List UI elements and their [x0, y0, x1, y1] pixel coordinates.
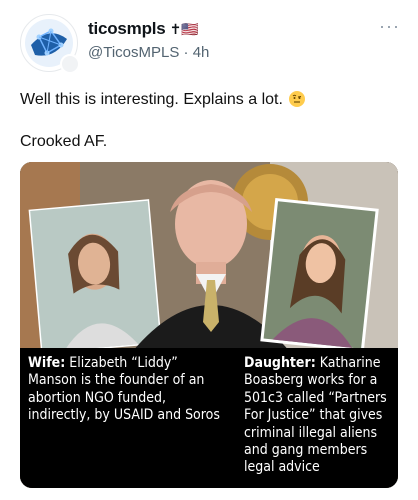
caption-daughter: Daughter: Katharine Boasberg works for a… [236, 348, 398, 488]
handle[interactable]: @TicosMPLS [88, 44, 179, 61]
separator: · [183, 44, 189, 61]
caption-daughter-text: Katharine Boasberg works for a 501c3 cal… [244, 355, 387, 476]
tweet-line-1: Well this is interesting. Explains a lot… [20, 90, 400, 110]
timestamp[interactable]: 4h [193, 44, 210, 61]
caption-wife: Wife: Elizabeth “Liddy” Manson is the fo… [20, 348, 236, 488]
author-name-row[interactable]: ticosmpls ✝🇺🇸 [88, 19, 199, 39]
tweet-line-2: Crooked AF. [20, 133, 108, 150]
verified-seal-icon [60, 54, 80, 74]
display-name[interactable]: ticosmpls [88, 19, 166, 39]
name-emoji: ✝🇺🇸 [169, 21, 199, 37]
tweet-text: Well this is interesting. Explains a lot… [20, 90, 400, 152]
tweet-line-1-text: Well this is interesting. Explains a lot… [20, 91, 283, 108]
more-dots-icon[interactable]: ··· [379, 16, 400, 37]
attached-image[interactable]: Wife: Elizabeth “Liddy” Manson is the fo… [20, 162, 398, 488]
caption-daughter-label: Daughter: [244, 355, 316, 371]
raised-eyebrow-face-icon [289, 91, 306, 107]
handle-row: @TicosMPLS · 4h [88, 44, 209, 61]
caption-wife-label: Wife: [28, 355, 66, 371]
